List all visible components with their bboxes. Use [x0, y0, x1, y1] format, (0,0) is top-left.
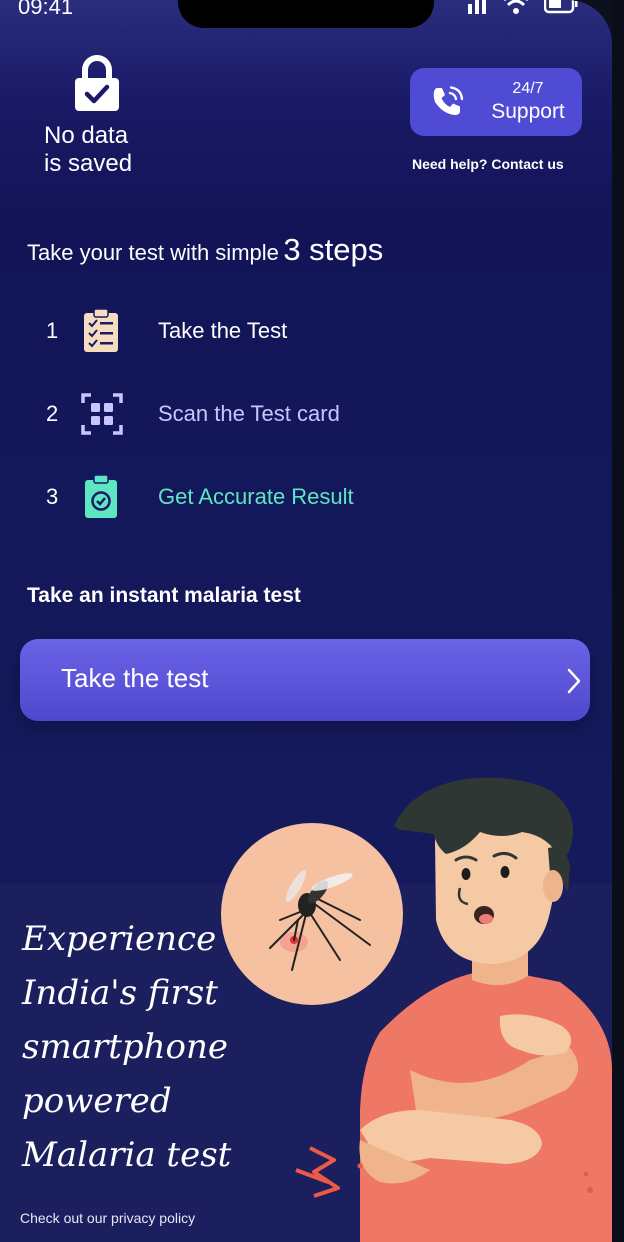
no-data-line1: No data	[44, 122, 129, 149]
status-time: 09:41	[18, 0, 74, 19]
take-test-button[interactable]: Take the test	[20, 639, 590, 721]
step-item-2: 2 Scan the Test card	[46, 391, 446, 441]
signal-icon	[468, 0, 486, 14]
no-data-saved-text: No data is saved	[44, 122, 174, 178]
promo-headline: Experience India's first smartphone powe…	[22, 912, 252, 1182]
clipboard-checklist-icon	[84, 308, 118, 352]
support-button[interactable]: 24/7 Support	[410, 68, 582, 136]
promo-line3: smartphone	[22, 1027, 229, 1067]
clipboard-check-icon	[85, 474, 117, 518]
phone-call-icon	[433, 86, 464, 115]
instant-test-heading: Take an instant malaria test	[27, 584, 301, 607]
promo-line5: Malaria test	[22, 1135, 232, 1175]
contact-us-link[interactable]: Need help? Contact us	[412, 156, 564, 172]
no-data-line2: is saved	[44, 150, 133, 177]
steps-heading-prefix: Take your test with simple	[27, 240, 279, 265]
step-item-1: 1 Take the Test	[46, 308, 446, 358]
promo-line1: Experience	[22, 919, 217, 959]
promo-line2: India's first	[22, 973, 218, 1013]
step-number: 3	[46, 484, 59, 509]
steps-heading-emphasis: 3 steps	[283, 232, 384, 267]
battery-icon	[544, 0, 578, 14]
step-number: 1	[46, 318, 59, 343]
privacy-policy-link[interactable]: Check out our privacy policy	[20, 1210, 195, 1226]
app-screen: 09:41 No data is saved 24/7 Support Need…	[0, 0, 612, 1242]
step-label: Take the Test	[158, 318, 288, 343]
step-label: Scan the Test card	[158, 401, 340, 426]
step-item-3: 3 Get Accurate Result	[46, 474, 446, 524]
step-label: Get Accurate Result	[158, 484, 354, 509]
mosquito-bite-illustration	[221, 777, 612, 1242]
lock-icon	[75, 55, 119, 111]
chevron-right-icon	[567, 668, 581, 694]
take-test-label: Take the test	[61, 663, 209, 693]
support-label: Support	[491, 100, 565, 123]
status-icons	[466, 0, 578, 14]
wifi-icon	[504, 0, 528, 14]
steps-heading: Take your test with simple 3 steps	[27, 232, 383, 268]
notch	[178, 0, 434, 28]
device-edge	[612, 0, 624, 1242]
support-hours: 24/7	[512, 80, 544, 97]
promo-line4: powered	[22, 1081, 172, 1121]
step-number: 2	[46, 401, 59, 426]
scan-qr-icon	[81, 393, 123, 435]
